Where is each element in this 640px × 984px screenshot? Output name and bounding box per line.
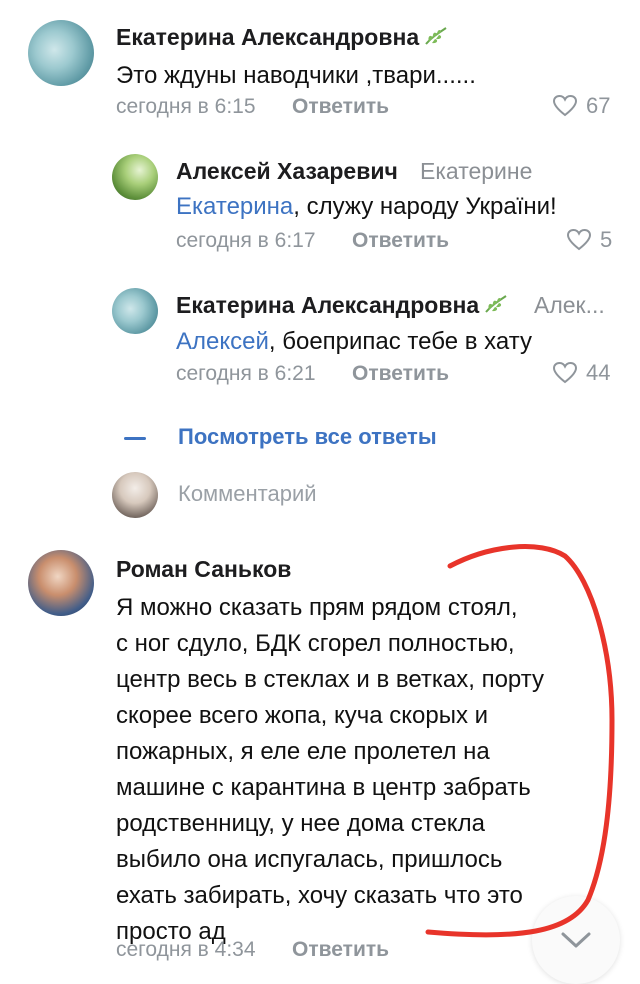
mention-link[interactable]: Алексей (176, 328, 269, 355)
avatar[interactable] (28, 20, 94, 86)
reply-to-label[interactable]: Екатерине (420, 158, 532, 185)
like-count: 67 (586, 93, 611, 118)
comment-input[interactable]: Комментарий (178, 481, 317, 507)
comment-text: Алексей, боеприпас тебе в хату (176, 324, 532, 360)
leaf-icon (485, 295, 507, 313)
like-button[interactable]: 67 (552, 93, 610, 119)
comment-text: Я можно сказать прям рядом стоял, с ног … (116, 590, 544, 950)
avatar[interactable] (28, 550, 94, 616)
comment-time: сегодня в 6:15 (116, 95, 256, 118)
comment-time: сегодня в 4:34 (116, 938, 256, 961)
comment-author[interactable]: Алексей Хазаревич (176, 158, 398, 185)
text-line: пожарных, я еле еле пролетел на (116, 738, 490, 765)
avatar[interactable] (112, 288, 158, 334)
leaf-icon (425, 27, 447, 45)
comment-author[interactable]: Екатерина Александровна (176, 292, 509, 319)
collapse-dash-icon[interactable] (124, 437, 146, 440)
heart-icon (566, 228, 592, 251)
comment-time: сегодня в 6:21 (176, 362, 316, 385)
comment-author[interactable]: Екатерина Александровна (116, 24, 449, 51)
text-line: машине с карантина в центр забрать (116, 774, 531, 801)
scroll-down-button[interactable] (532, 896, 620, 984)
comment-body: , боеприпас тебе в хату (268, 328, 532, 355)
reply-button[interactable]: Ответить (292, 95, 389, 119)
reply-to-label[interactable]: Алек... (534, 292, 605, 319)
like-button[interactable]: 5 (566, 227, 612, 253)
comment-text: Это ждуны наводчики ,твари...... (116, 62, 476, 89)
text-line: родственницу, у нее дома стекла (116, 810, 485, 837)
author-name[interactable]: Екатерина Александровна (116, 24, 419, 50)
show-all-replies-link[interactable]: Посмотреть все ответы (178, 424, 437, 450)
heart-icon (552, 94, 578, 117)
reply-button[interactable]: Ответить (292, 938, 389, 962)
reply-button[interactable]: Ответить (352, 229, 449, 253)
current-user-avatar (112, 472, 158, 518)
comment-body: , служу народу України! (293, 193, 557, 220)
reply-button[interactable]: Ответить (352, 362, 449, 386)
text-line: выбило она испугалась, пришлось (116, 846, 503, 873)
author-name[interactable]: Екатерина Александровна (176, 292, 479, 318)
like-count: 44 (586, 360, 611, 385)
text-line: центр весь в стеклах и в ветках, порту (116, 666, 545, 693)
comment-author[interactable]: Роман Саньков (116, 556, 291, 583)
like-count: 5 (600, 227, 613, 252)
text-line: скорее всего жопа, куча скорых и (116, 702, 489, 729)
avatar[interactable] (112, 154, 158, 200)
text-line: Я можно сказать прям рядом стоял, (116, 594, 518, 621)
chevron-down-icon (561, 932, 591, 948)
text-line: ехать забирать, хочу сказать что это (116, 882, 523, 909)
heart-icon (552, 361, 578, 384)
text-line: с ног сдуло, БДК сгорел полностью, (116, 630, 515, 657)
mention-link[interactable]: Екатерина (176, 193, 293, 220)
like-button[interactable]: 44 (552, 360, 610, 386)
comment-text: Екатерина, служу народу України! (176, 189, 557, 225)
comment-time: сегодня в 6:17 (176, 229, 316, 252)
